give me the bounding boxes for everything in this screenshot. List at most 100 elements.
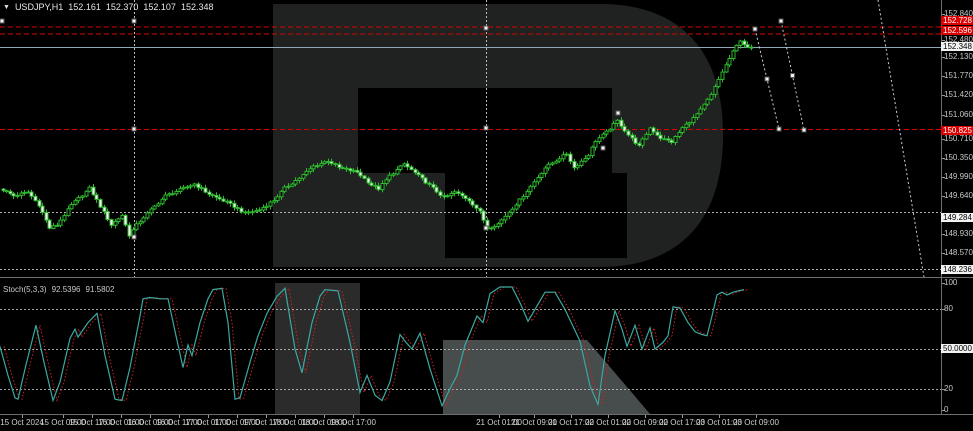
candle: [359, 172, 362, 176]
candle: [258, 210, 261, 211]
trendline-object[interactable]: [878, 0, 924, 277]
candle: [63, 216, 66, 221]
candle: [161, 199, 164, 204]
candle: [424, 178, 427, 183]
candle: [706, 99, 709, 104]
candle: [725, 65, 728, 72]
candle: [685, 124, 688, 128]
price-axis-label: 152.728: [941, 16, 973, 25]
candle: [587, 156, 590, 159]
candle: [544, 168, 547, 173]
candle: [508, 212, 511, 216]
candle: [518, 199, 521, 205]
candle: [48, 220, 51, 228]
chart-symbol-icon: ▼: [3, 3, 10, 12]
candle: [605, 131, 608, 134]
candle: [316, 166, 319, 167]
candle: [92, 187, 95, 195]
ohlc-high: 152.370: [106, 2, 139, 12]
candle: [482, 211, 485, 220]
candle: [471, 201, 474, 205]
price-axis-label: 152.130: [944, 52, 973, 61]
price-axis-label: 150.710: [944, 134, 973, 143]
candle: [710, 94, 713, 99]
chart-canvas[interactable]: [0, 0, 973, 431]
object-anchor-marker[interactable]: [484, 226, 488, 230]
object-anchor-marker[interactable]: [791, 74, 795, 78]
object-anchor-marker[interactable]: [132, 19, 136, 23]
candle: [124, 215, 127, 225]
candle: [38, 201, 41, 207]
candle: [453, 192, 456, 194]
candle: [233, 203, 236, 207]
candle: [739, 41, 742, 45]
candle: [240, 208, 243, 212]
candle: [70, 205, 73, 209]
candle: [283, 187, 286, 191]
time-axis-label: 18 Oct 17:00: [318, 418, 388, 427]
candle: [157, 204, 160, 206]
ohlc-close: 152.348: [181, 2, 214, 12]
candle: [457, 192, 460, 194]
price-axis-label: 150.350: [944, 153, 973, 162]
object-anchor-marker[interactable]: [484, 26, 488, 30]
candle: [305, 171, 308, 174]
candle: [193, 184, 196, 186]
candle: [142, 218, 145, 222]
candle: [110, 220, 113, 226]
candle: [504, 216, 507, 220]
candle: [334, 164, 337, 165]
candle: [222, 199, 225, 201]
candle: [200, 188, 203, 189]
candle: [67, 209, 70, 216]
candle: [352, 170, 355, 171]
candle: [674, 137, 677, 143]
object-anchor-marker[interactable]: [484, 126, 488, 130]
object-anchor-marker[interactable]: [601, 146, 605, 150]
price-axis-label: 80: [944, 304, 953, 313]
candle: [59, 220, 62, 225]
candle: [236, 208, 239, 209]
watermark-leg: [443, 340, 650, 414]
candle: [204, 188, 207, 192]
candle: [211, 195, 214, 196]
candle: [367, 178, 370, 183]
candle: [146, 213, 149, 218]
object-anchor-marker[interactable]: [132, 127, 136, 131]
object-anchor-marker[interactable]: [802, 128, 806, 132]
candle: [678, 133, 681, 137]
candle: [428, 183, 431, 184]
price-axis-label: 152.596: [941, 26, 973, 35]
candle: [435, 187, 438, 192]
object-anchor-marker[interactable]: [132, 235, 136, 239]
object-anchor-marker[interactable]: [779, 19, 783, 23]
price-axis-label: 149.640: [944, 191, 973, 200]
panel-separator[interactable]: [0, 277, 973, 278]
candle: [743, 41, 746, 45]
stochastic-main-value: 92.5396: [52, 285, 81, 294]
candle: [385, 180, 388, 184]
object-anchor-marker[interactable]: [0, 19, 4, 23]
candle: [247, 212, 250, 213]
candle: [547, 164, 550, 168]
candle: [103, 207, 106, 211]
candle: [5, 191, 8, 192]
candle: [565, 154, 568, 155]
candle: [569, 154, 572, 161]
candle: [363, 176, 366, 179]
candle: [576, 166, 579, 168]
candle: [388, 175, 391, 180]
object-anchor-marker[interactable]: [777, 127, 781, 131]
candle: [721, 72, 724, 79]
price-axis-label: 100: [944, 278, 957, 287]
object-anchor-marker[interactable]: [753, 27, 757, 31]
candle: [558, 159, 561, 161]
candle: [511, 209, 514, 212]
candle: [594, 142, 597, 148]
candle: [464, 196, 467, 199]
object-anchor-marker[interactable]: [616, 111, 620, 115]
candle: [529, 186, 532, 191]
object-anchor-marker[interactable]: [765, 77, 769, 81]
candle: [410, 167, 413, 170]
candle: [623, 126, 626, 131]
